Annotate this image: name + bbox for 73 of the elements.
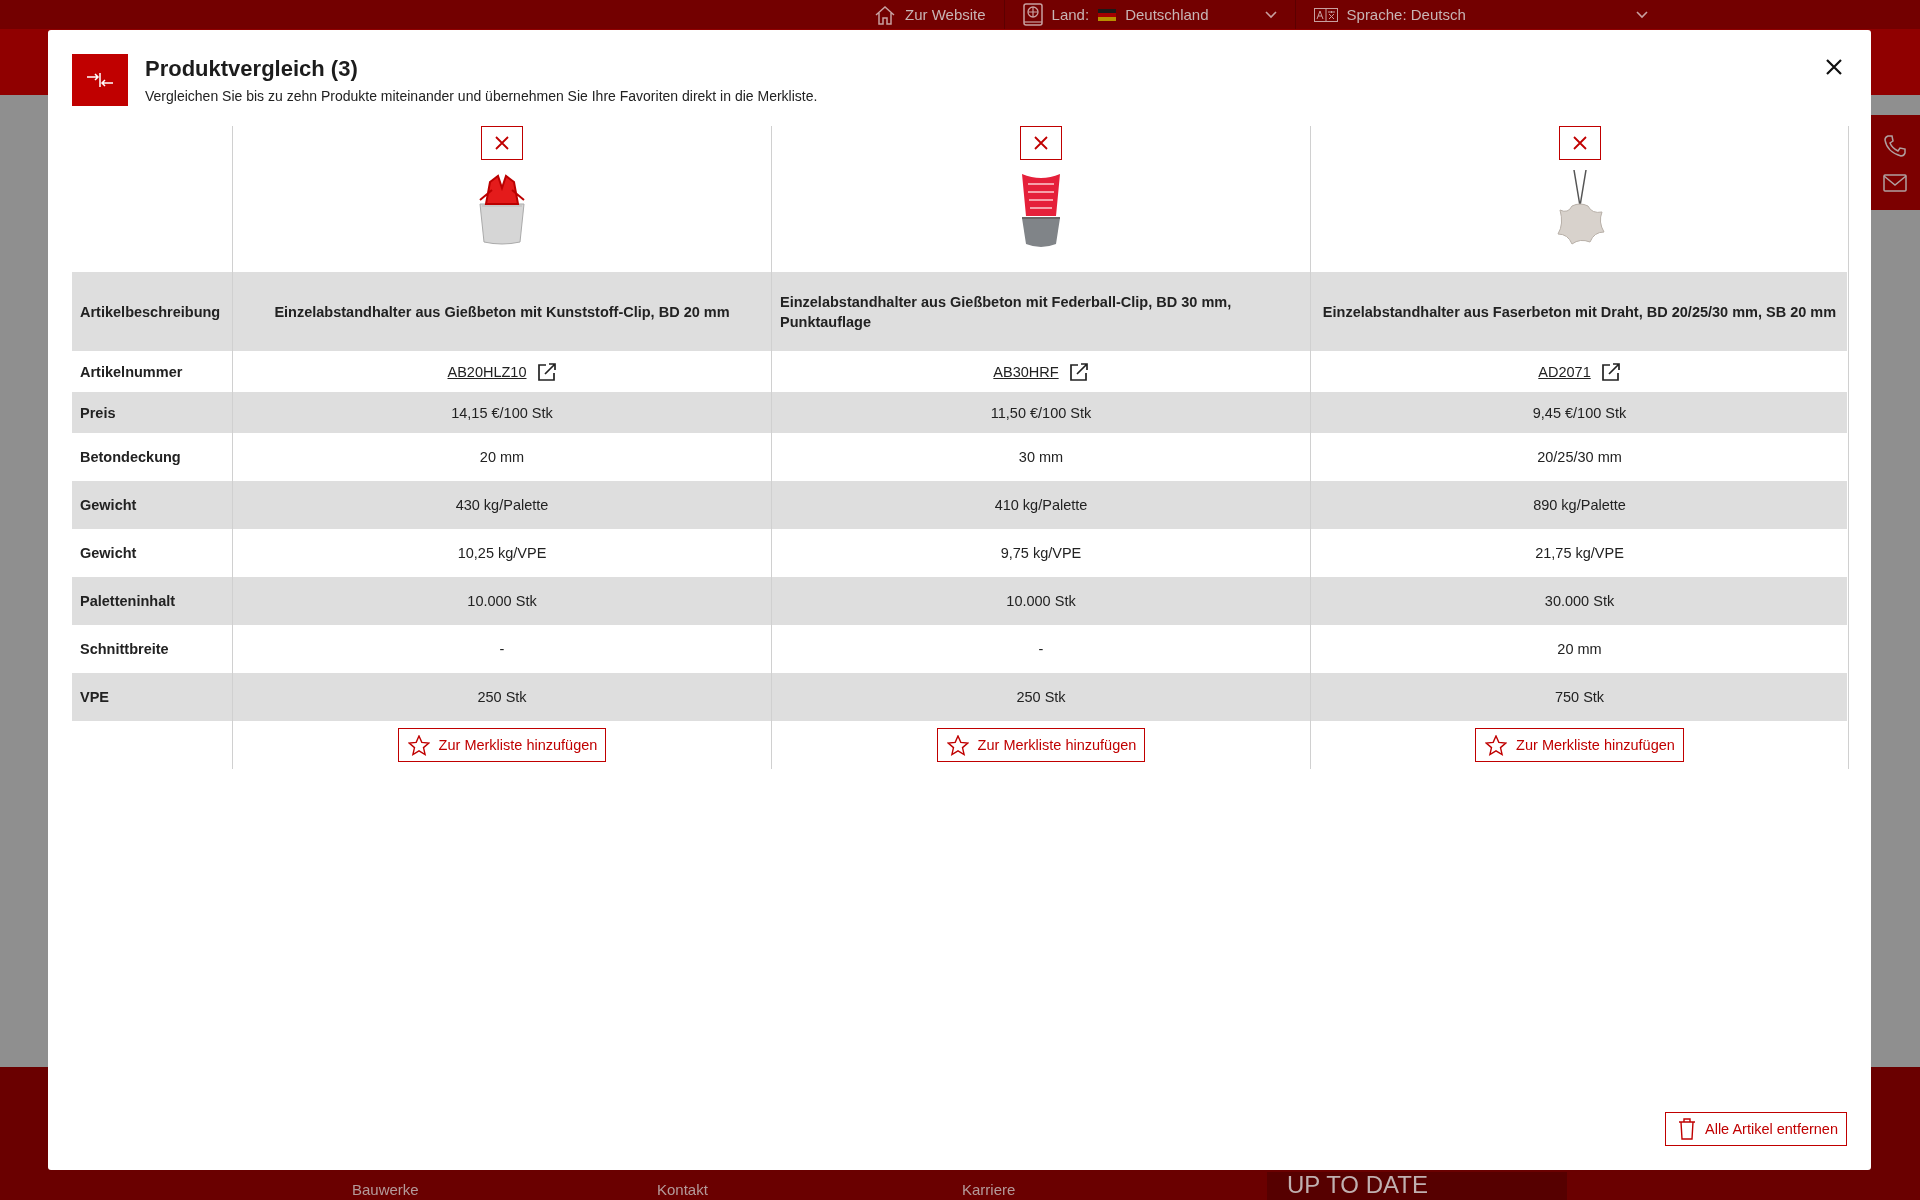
- row-label: Artikelbeschreibung: [80, 303, 221, 320]
- row-label: Betondeckung: [80, 449, 181, 465]
- mail-icon[interactable]: [1883, 173, 1907, 192]
- row-label: Preis: [80, 404, 116, 421]
- add-to-wishlist-button[interactable]: Zur Merkliste hinzufügen: [397, 728, 607, 762]
- compare-arrows-icon: [72, 54, 128, 106]
- table-cell: 21,75 kg/VPE: [1535, 545, 1624, 561]
- table-cell: 30.000 Stk: [1544, 593, 1615, 609]
- table-cell-text: Einzelabstandhalter aus Gießbeton mit Kunststoff-Clip, BD 20 mm: [274, 302, 730, 322]
- add-to-wishlist-button[interactable]: Zur Merkliste hinzufügen: [1475, 728, 1684, 762]
- table-cell: 14,15 €/100 Stk: [451, 404, 553, 421]
- star-icon: [407, 734, 430, 756]
- table-cell: -: [1038, 641, 1044, 657]
- row-label: Paletteninhalt: [80, 593, 176, 609]
- table-cell: 30 mm: [1018, 449, 1064, 465]
- row-label: Artikelnummer: [80, 363, 183, 380]
- external-link-icon[interactable]: [536, 361, 557, 382]
- remove-product-button[interactable]: [481, 126, 523, 160]
- table-cell: 11,50 €/100 Stk: [990, 404, 1092, 421]
- table-cell: 20 mm: [479, 449, 525, 465]
- close-icon: [494, 135, 510, 151]
- star-icon: [1485, 734, 1508, 756]
- country-dropdown[interactable]: Deutschland: [1125, 6, 1277, 23]
- footer-link[interactable]: Karriere: [962, 1181, 1267, 1200]
- remove-product-button[interactable]: [1020, 126, 1062, 160]
- add-to-wishlist-button[interactable]: Zur Merkliste hinzufügen: [936, 728, 1146, 762]
- table-cell: 20/25/30 mm: [1537, 449, 1622, 465]
- table-cell: 250 Stk: [1016, 689, 1066, 705]
- external-link-icon[interactable]: [1068, 361, 1089, 382]
- close-icon: [1571, 135, 1588, 151]
- table-cell-text: Einzelabstandhalter aus Faserbeton mit Draht, BD 20/25/30 mm, SB 20 mm: [1322, 302, 1837, 322]
- table-cell: 10.000 Stk: [467, 593, 537, 609]
- table-cell: 9,75 kg/VPE: [1000, 545, 1082, 561]
- website-link[interactable]: Zur Website: [905, 6, 986, 23]
- language-dropdown[interactable]: Sprache: Deutsch: [1346, 6, 1648, 23]
- translate-icon: [1313, 7, 1338, 22]
- dialog-title: Produktvergleich (3): [145, 56, 359, 82]
- star-icon: [946, 734, 969, 756]
- table-cell: 10,25 kg/VPE: [457, 545, 547, 561]
- table-cell: 10.000 Stk: [1006, 593, 1076, 609]
- close-icon: [1825, 58, 1843, 76]
- table-cell: 9,45 €/100 Stk: [1532, 404, 1627, 421]
- table-cell: 750 Stk: [1554, 689, 1605, 705]
- external-link-icon[interactable]: [1600, 361, 1621, 382]
- dialog-subtitle: Vergleichen Sie bis zu zehn Produkte miteinander und übernehmen Sie Ihre Favoriten direkt in die Merkliste.: [145, 88, 819, 104]
- article-number-link[interactable]: AB20HLZ10: [447, 363, 527, 380]
- newsletter-banner: UP TO DATE: [1267, 1172, 1567, 1200]
- table-cell: 250 Stk: [477, 689, 527, 705]
- phone-icon[interactable]: [1883, 133, 1907, 158]
- home-icon: [874, 4, 896, 25]
- row-label: Gewicht: [80, 545, 137, 561]
- table-cell-text: Einzelabstandhalter aus Gießbeton mit Federball-Clip, BD 30 mm, Punktauflage: [780, 292, 1233, 332]
- globe-book-icon: [1022, 2, 1043, 27]
- footer-link[interactable]: Kontakt: [657, 1181, 962, 1200]
- remove-product-button[interactable]: [1558, 126, 1601, 160]
- row-label: VPE: [80, 689, 109, 705]
- table-cell: 430 kg/Palette: [455, 497, 549, 513]
- trash-icon: [1678, 1118, 1696, 1140]
- article-number-link[interactable]: AD2071: [1538, 363, 1591, 380]
- chevron-down-icon: [1635, 10, 1648, 19]
- country-label: Land:: [1051, 6, 1090, 23]
- table-cell: 20 mm: [1557, 641, 1602, 657]
- row-label: Gewicht: [80, 497, 137, 513]
- article-number-link[interactable]: AB30HRF: [993, 363, 1059, 380]
- table-cell: 890 kg/Palette: [1533, 497, 1626, 513]
- row-label: Schnittbreite: [80, 641, 169, 657]
- remove-all-button[interactable]: Alle Artikel entfernen: [1665, 1112, 1847, 1146]
- footer-link[interactable]: Bauwerke: [352, 1181, 657, 1200]
- chevron-down-icon: [1264, 10, 1277, 19]
- table-cell: -: [499, 641, 505, 657]
- table-cell: 410 kg/Palette: [994, 497, 1088, 513]
- close-icon: [1033, 135, 1049, 151]
- german-flag-icon: [1098, 8, 1117, 21]
